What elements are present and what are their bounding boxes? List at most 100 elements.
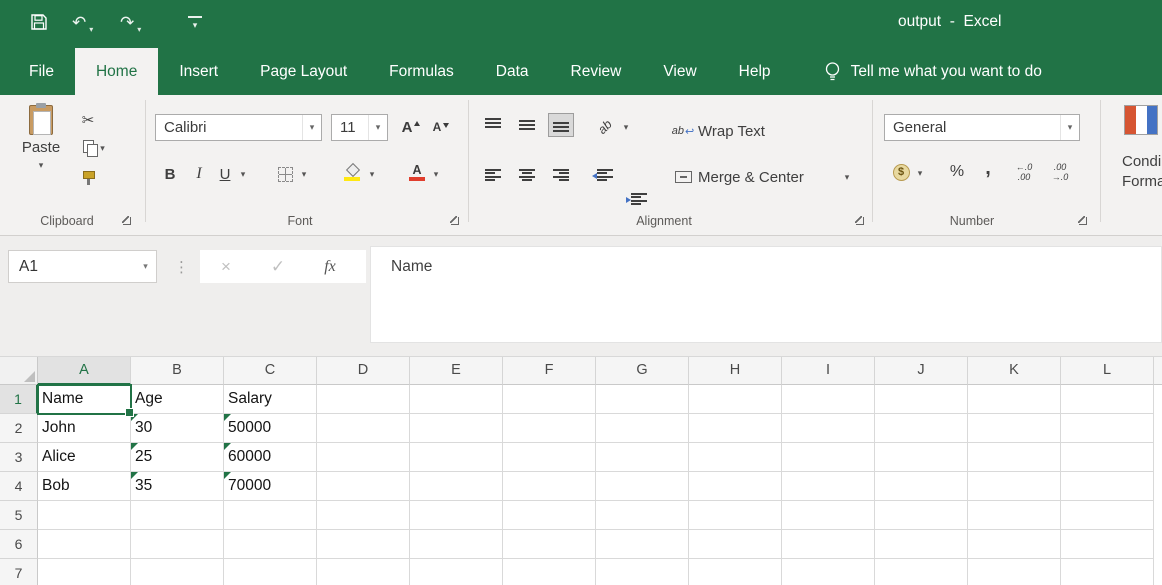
cell-B4[interactable]: 35 [131, 472, 224, 501]
row-header-5[interactable]: 5 [0, 501, 38, 530]
name-box-dropdown[interactable]: ▾ [135, 251, 156, 282]
copy-dropdown[interactable]: ▾ [100, 143, 105, 154]
cell-J3[interactable] [875, 443, 968, 472]
cell-L2[interactable] [1061, 414, 1154, 443]
cell-D3[interactable] [317, 443, 410, 472]
cell-D7[interactable] [317, 559, 410, 585]
column-header-B[interactable]: B [131, 357, 224, 385]
column-header-L[interactable]: L [1061, 357, 1154, 385]
cell-C6[interactable] [224, 530, 317, 559]
number-dialog-launcher[interactable] [1076, 214, 1089, 227]
cell-C3[interactable]: 60000 [224, 443, 317, 472]
cell-B2[interactable]: 30 [131, 414, 224, 443]
row-header-3[interactable]: 3 [0, 443, 38, 472]
font-name-dropdown-icon[interactable]: ▾ [302, 115, 321, 140]
cell-J6[interactable] [875, 530, 968, 559]
middle-align-button[interactable] [514, 113, 540, 137]
tab-formulas[interactable]: Formulas [368, 48, 475, 95]
cell-E3[interactable] [410, 443, 503, 472]
align-center-button[interactable] [514, 163, 540, 187]
cell-D1[interactable] [317, 385, 410, 414]
decrease-indent-button[interactable] [592, 163, 618, 187]
font-size-select[interactable]: 11 ▾ [331, 114, 388, 141]
accounting-format-dropdown[interactable]: ▾ [914, 161, 926, 185]
merge-center-label[interactable]: Merge & Center [698, 169, 804, 186]
cell-D5[interactable] [317, 501, 410, 530]
row-header-7[interactable]: 7 [0, 559, 38, 585]
select-all-button[interactable] [0, 357, 38, 385]
cell-F4[interactable] [503, 472, 596, 501]
borders-dropdown[interactable]: ▾ [298, 161, 310, 187]
cell-D2[interactable] [317, 414, 410, 443]
conditional-formatting-icon[interactable] [1124, 105, 1158, 135]
cell-K3[interactable] [968, 443, 1061, 472]
fill-color-button[interactable] [340, 159, 364, 185]
cell-B6[interactable] [131, 530, 224, 559]
cell-L7[interactable] [1061, 559, 1154, 585]
cell-C2[interactable]: 50000 [224, 414, 317, 443]
column-header-J[interactable]: J [875, 357, 968, 385]
font-size-dropdown-icon[interactable]: ▾ [368, 115, 387, 140]
bold-button[interactable]: B [159, 161, 181, 187]
cell-A1[interactable]: Name [38, 385, 131, 414]
align-left-button[interactable] [480, 163, 506, 187]
column-header-I[interactable]: I [782, 357, 875, 385]
column-header-K[interactable]: K [968, 357, 1061, 385]
cell-H4[interactable] [689, 472, 782, 501]
qat-customize-button[interactable]: ▾ [188, 16, 202, 31]
redo-button[interactable]: ↷ ▾ [120, 13, 141, 40]
cell-C1[interactable]: Salary [224, 385, 317, 414]
column-header-C[interactable]: C [224, 357, 317, 385]
cell-J7[interactable] [875, 559, 968, 585]
wrap-text-button[interactable]: ab ↩ [672, 119, 694, 143]
cell-B7[interactable] [131, 559, 224, 585]
save-button[interactable] [30, 13, 48, 31]
cell-C7[interactable] [224, 559, 317, 585]
cell-A6[interactable] [38, 530, 131, 559]
merge-center-button[interactable] [672, 165, 694, 189]
cell-G1[interactable] [596, 385, 689, 414]
percent-style-button[interactable]: % [946, 159, 968, 185]
name-box[interactable]: A1 ▾ [8, 250, 157, 283]
cell-K6[interactable] [968, 530, 1061, 559]
cell-J1[interactable] [875, 385, 968, 414]
merge-center-dropdown[interactable]: ▾ [840, 165, 854, 189]
format-painter-button[interactable] [76, 167, 100, 189]
cell-A3[interactable]: Alice [38, 443, 131, 472]
column-header-D[interactable]: D [317, 357, 410, 385]
cell-B5[interactable] [131, 501, 224, 530]
tab-review[interactable]: Review [550, 48, 643, 95]
cell-H5[interactable] [689, 501, 782, 530]
wrap-text-label[interactable]: Wrap Text [698, 123, 765, 140]
font-color-button[interactable]: A [406, 159, 428, 185]
cell-C5[interactable] [224, 501, 317, 530]
cell-I6[interactable] [782, 530, 875, 559]
cell-E4[interactable] [410, 472, 503, 501]
cell-F7[interactable] [503, 559, 596, 585]
cell-L5[interactable] [1061, 501, 1154, 530]
tab-help[interactable]: Help [718, 48, 792, 95]
column-header-G[interactable]: G [596, 357, 689, 385]
alignment-dialog-launcher[interactable] [853, 214, 866, 227]
cell-G4[interactable] [596, 472, 689, 501]
cell-F6[interactable] [503, 530, 596, 559]
cell-F5[interactable] [503, 501, 596, 530]
tell-me-button[interactable]: Tell me what you want to do [824, 48, 1042, 95]
paste-button[interactable]: Paste ▾ [12, 101, 70, 205]
cell-G6[interactable] [596, 530, 689, 559]
column-header-F[interactable]: F [503, 357, 596, 385]
cell-F3[interactable] [503, 443, 596, 472]
cell-K1[interactable] [968, 385, 1061, 414]
cell-L3[interactable] [1061, 443, 1154, 472]
cell-L6[interactable] [1061, 530, 1154, 559]
cell-K5[interactable] [968, 501, 1061, 530]
cell-E2[interactable] [410, 414, 503, 443]
paste-dropdown[interactable]: ▾ [39, 160, 44, 171]
cell-A4[interactable]: Bob [38, 472, 131, 501]
fill-color-dropdown[interactable]: ▾ [366, 161, 378, 187]
cell-G7[interactable] [596, 559, 689, 585]
cell-G3[interactable] [596, 443, 689, 472]
cell-J4[interactable] [875, 472, 968, 501]
cell-F1[interactable] [503, 385, 596, 414]
cell-J2[interactable] [875, 414, 968, 443]
